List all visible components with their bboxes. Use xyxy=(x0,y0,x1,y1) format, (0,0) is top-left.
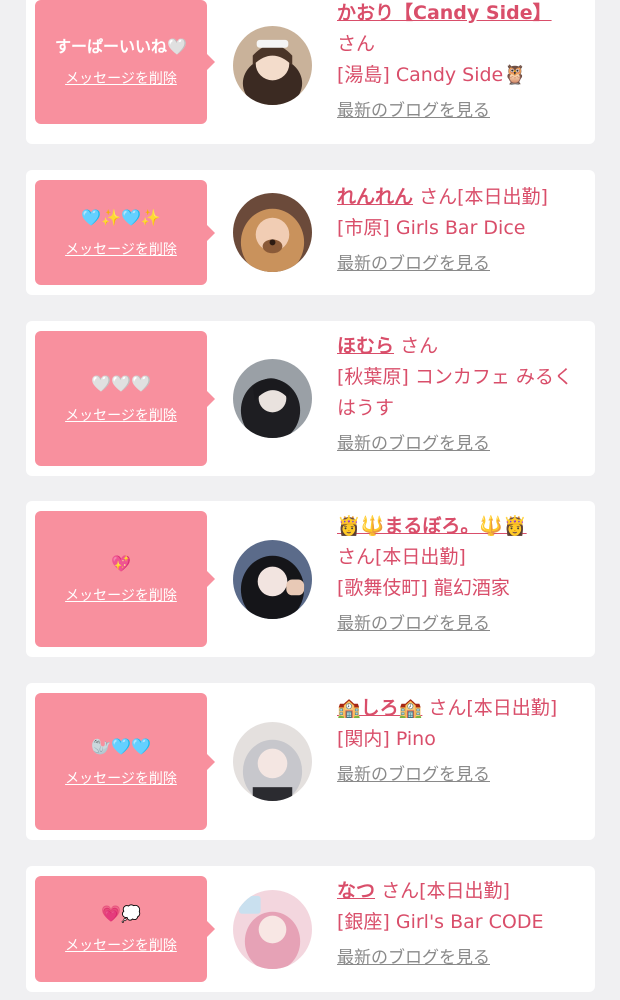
shop-name: [秋葉原] コンカフェ みるくはうす xyxy=(337,366,573,419)
cast-suffix: さん[本日出勤] xyxy=(337,546,466,568)
shop-name: [銀座] Girl's Bar CODE xyxy=(337,911,544,933)
delete-message-link[interactable]: メッセージを削除 xyxy=(65,770,177,788)
message-bubble: 🩵✨🩵✨ メッセージを削除 xyxy=(35,180,215,285)
avatar[interactable] xyxy=(233,890,312,969)
message-text: 🤍🤍🤍 xyxy=(91,373,151,393)
cast-info: なつ さん[本日出勤] [銀座] Girl's Bar CODE 最新のブログを… xyxy=(337,876,587,970)
message-bubble: 🤍🤍🤍 メッセージを削除 xyxy=(35,331,215,466)
delete-message-link[interactable]: メッセージを削除 xyxy=(65,407,177,425)
message-text: 💖 xyxy=(111,554,131,573)
avatar[interactable] xyxy=(233,540,312,619)
message-bubble: 💖 メッセージを削除 xyxy=(35,511,215,647)
latest-blog-link[interactable]: 最新のブログを見る xyxy=(337,612,587,636)
message-card: 💗💭 メッセージを削除 なつ さん[本日出勤] [銀座] Girl's Bar … xyxy=(26,866,595,992)
cast-name-link[interactable]: れんれん xyxy=(337,186,413,208)
cast-suffix: さん xyxy=(337,33,376,55)
latest-blog-link[interactable]: 最新のブログを見る xyxy=(337,946,587,970)
avatar-photo-icon xyxy=(233,890,312,969)
avatar-photo-icon xyxy=(233,193,312,272)
cast-info: 🏫しろ🏫 さん[本日出勤] [関内] Pino 最新のブログを見る xyxy=(337,693,587,787)
cast-info: れんれん さん[本日出勤] [市原] Girls Bar Dice 最新のブログ… xyxy=(337,182,587,276)
cast-info: 👸🔱まるぼろ。🔱👸 さん[本日出勤] [歌舞伎町] 龍幻酒家 最新のブログを見る xyxy=(337,511,587,636)
delete-message-link[interactable]: メッセージを削除 xyxy=(65,70,177,88)
shop-name: [湯島] Candy Side🦉 xyxy=(337,64,527,86)
avatar-photo-icon xyxy=(233,359,312,438)
delete-message-link[interactable]: メッセージを削除 xyxy=(65,587,177,605)
avatar-photo-icon xyxy=(233,722,312,801)
message-bubble: 🦭🩵🩵 メッセージを削除 xyxy=(35,693,215,830)
shop-name: [関内] Pino xyxy=(337,728,436,750)
message-text: 💗💭 xyxy=(101,904,141,923)
cast-info: かおり【Candy Side】 さん [湯島] Candy Side🦉 最新のブ… xyxy=(337,0,587,123)
message-card: 🦭🩵🩵 メッセージを削除 🏫しろ🏫 さん[本日出勤] [関内] Pino 最新の… xyxy=(26,683,595,840)
shop-name: [市原] Girls Bar Dice xyxy=(337,217,526,239)
message-card: 💖 メッセージを削除 👸🔱まるぼろ。🔱👸 さん[本日出勤] [歌舞伎町] 龍幻酒… xyxy=(26,501,595,657)
cast-suffix: さん[本日出勤] xyxy=(381,880,510,902)
shop-name: [歌舞伎町] 龍幻酒家 xyxy=(337,577,510,599)
message-card: 🩵✨🩵✨ メッセージを削除 れんれん さん[本日出勤] [市原] Girls B… xyxy=(26,170,595,295)
message-card: すーぱーいいね🤍 メッセージを削除 かおり【Candy Side】 さん [湯島… xyxy=(26,0,595,144)
message-text: 🩵✨🩵✨ xyxy=(81,207,161,227)
avatar-photo-icon xyxy=(233,540,312,619)
cast-suffix: さん xyxy=(400,335,439,357)
latest-blog-link[interactable]: 最新のブログを見る xyxy=(337,432,587,456)
avatar[interactable] xyxy=(233,26,312,105)
cast-name-link[interactable]: 👸🔱まるぼろ。🔱👸 xyxy=(337,515,527,537)
latest-blog-link[interactable]: 最新のブログを見る xyxy=(337,763,587,787)
cast-suffix: さん[本日出勤] xyxy=(419,186,548,208)
avatar[interactable] xyxy=(233,193,312,272)
message-text: すーぱーいいね🤍 xyxy=(55,37,187,56)
cast-name-link[interactable]: ほむら xyxy=(337,335,394,357)
delete-message-link[interactable]: メッセージを削除 xyxy=(65,937,177,955)
avatar[interactable] xyxy=(233,359,312,438)
message-card: 🤍🤍🤍 メッセージを削除 ほむら さん [秋葉原] コンカフェ みるくはうす 最… xyxy=(26,321,595,476)
message-bubble: すーぱーいいね🤍 メッセージを削除 xyxy=(35,0,215,124)
cast-name-link[interactable]: 🏫しろ🏫 xyxy=(337,697,422,719)
message-bubble: 💗💭 メッセージを削除 xyxy=(35,876,215,982)
avatar[interactable] xyxy=(233,722,312,801)
cast-info: ほむら さん [秋葉原] コンカフェ みるくはうす 最新のブログを見る xyxy=(337,331,587,456)
message-text: 🦭🩵🩵 xyxy=(91,736,151,756)
delete-message-link[interactable]: メッセージを削除 xyxy=(65,241,177,259)
avatar-photo-icon xyxy=(233,26,312,105)
cast-name-link[interactable]: かおり【Candy Side】 xyxy=(337,2,552,24)
latest-blog-link[interactable]: 最新のブログを見る xyxy=(337,99,587,123)
cast-name-link[interactable]: なつ xyxy=(337,880,375,902)
cast-suffix: さん[本日出勤] xyxy=(428,697,558,719)
latest-blog-link[interactable]: 最新のブログを見る xyxy=(337,252,587,276)
